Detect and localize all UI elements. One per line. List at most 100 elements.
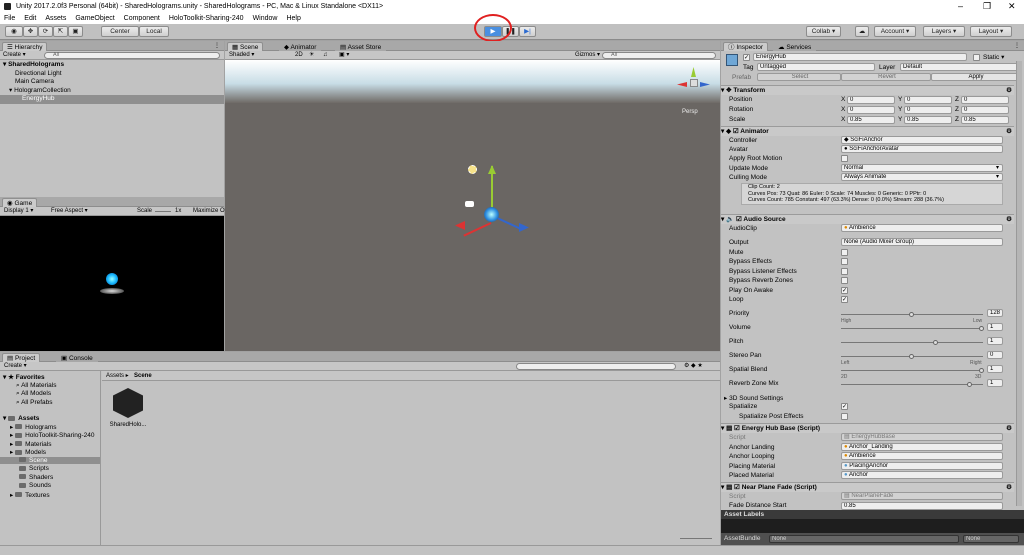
favorite-all-prefabs[interactable]: ⌕ All Prefabs bbox=[16, 399, 53, 407]
rotate-tool-icon[interactable]: ⟳ bbox=[38, 26, 53, 37]
hand-tool-icon[interactable]: ◉ bbox=[5, 26, 23, 37]
hierarchy-item-collection[interactable]: ▾ HologramCollection bbox=[0, 87, 224, 96]
maximize-toggle[interactable]: Maximize O bbox=[193, 207, 225, 215]
zoom-slider[interactable] bbox=[680, 538, 712, 539]
menu-holotoolkit[interactable]: HoloToolkit-Sharing-240 bbox=[169, 13, 244, 24]
prefab-revert-button[interactable]: Revert bbox=[841, 73, 931, 81]
tab-hierarchy[interactable]: ☰ Hierarchy bbox=[2, 42, 48, 51]
output-field[interactable]: None (Audio Mixer Group) bbox=[841, 238, 1003, 246]
scene-root-row[interactable]: ▾ SharedHolograms bbox=[0, 61, 224, 70]
prefab-select-button[interactable]: Select bbox=[757, 73, 841, 81]
inspector-menu-icon[interactable]: ⋮ bbox=[1014, 42, 1020, 50]
move-tool-icon[interactable]: ✥ bbox=[23, 26, 38, 37]
component-settings-icon[interactable]: ⚙ bbox=[1006, 483, 1012, 492]
project-create-button[interactable]: Create ▾ bbox=[4, 362, 27, 370]
breadcrumb-scene[interactable]: Scene bbox=[134, 372, 152, 380]
energy-hub-script-header[interactable]: ▾ ▤ ☑ Energy Hub Base (Script) ⚙ bbox=[721, 423, 1014, 433]
hierarchy-search-input[interactable]: All bbox=[44, 52, 220, 59]
tab-animator[interactable]: ◆ Animator bbox=[279, 42, 322, 51]
scale-z-field[interactable]: 0.85 bbox=[961, 116, 1009, 124]
object-name-field[interactable]: EnergyHub bbox=[753, 53, 967, 61]
menu-assets[interactable]: Assets bbox=[45, 13, 66, 24]
audio-source-header[interactable]: ▾ 🔈 ☑ Audio Source ⚙ bbox=[721, 214, 1014, 224]
transform-header[interactable]: ▾ ✥ Transform ⚙ bbox=[721, 85, 1014, 95]
priority-value[interactable]: 128 bbox=[987, 309, 1003, 317]
aspect-select[interactable]: Free Aspect ▾ bbox=[51, 207, 88, 215]
tab-console[interactable]: ▣ Console bbox=[56, 353, 98, 362]
tag-select[interactable]: Untagged bbox=[757, 63, 875, 71]
breadcrumb-assets[interactable]: Assets ▸ bbox=[106, 372, 129, 380]
pivot-local-button[interactable]: Local bbox=[139, 26, 169, 37]
spatial-blend-value[interactable]: 1 bbox=[987, 365, 1003, 373]
menu-window[interactable]: Window bbox=[253, 13, 278, 24]
audioclip-field[interactable]: ● Ambience bbox=[841, 224, 1003, 232]
favorite-all-models[interactable]: ⌕ All Models bbox=[16, 390, 51, 398]
active-checkbox[interactable]: ✓ bbox=[743, 54, 750, 61]
tab-project[interactable]: ▤ Project bbox=[2, 353, 41, 362]
menu-edit[interactable]: Edit bbox=[24, 13, 36, 24]
folder-holotoolkit[interactable]: ▸ HoloToolkit-Sharing-240 bbox=[10, 431, 94, 439]
component-settings-icon[interactable]: ⚙ bbox=[1006, 424, 1012, 433]
scale-tool-icon[interactable]: ⇱ bbox=[53, 26, 68, 37]
sound-settings-foldout[interactable]: ▸ 3D Sound Settings bbox=[724, 394, 783, 402]
tab-services[interactable]: ☁ Services bbox=[773, 42, 817, 51]
volume-value[interactable]: 1 bbox=[987, 323, 1003, 331]
spatialize-checkbox[interactable]: ✓ bbox=[841, 403, 848, 410]
placed-material-field[interactable]: ● Anchor bbox=[841, 471, 1003, 479]
scene-search-input[interactable]: All bbox=[602, 52, 716, 59]
z-axis-arrow[interactable] bbox=[519, 223, 529, 232]
folder-textures[interactable]: ▸ Textures bbox=[10, 491, 50, 499]
scene-asset-tile[interactable]: SharedHolo... bbox=[108, 386, 148, 432]
play-on-awake-checkbox[interactable]: ✓ bbox=[841, 287, 848, 294]
hierarchy-item-energyhub[interactable]: EnergyHub bbox=[0, 95, 224, 104]
fade-distance-field[interactable]: 0.85 bbox=[841, 502, 1003, 510]
mute-checkbox[interactable] bbox=[841, 249, 848, 256]
asset-labels-bar[interactable]: Asset Labels bbox=[721, 510, 1024, 519]
bypass-effects-checkbox[interactable] bbox=[841, 258, 848, 265]
pivot-center-button[interactable]: Center bbox=[101, 26, 139, 37]
mode-2d-toggle[interactable]: 2D bbox=[295, 51, 303, 59]
hierarchy-item-camera[interactable]: Main Camera bbox=[0, 78, 224, 87]
menu-gameobject[interactable]: GameObject bbox=[75, 13, 114, 24]
x-axis-handle[interactable] bbox=[463, 222, 492, 237]
update-mode-select[interactable]: Normal ▾ bbox=[841, 164, 1003, 172]
pitch-slider[interactable] bbox=[841, 342, 983, 343]
cloud-icon[interactable]: ☁ bbox=[855, 26, 869, 37]
scale-x-field[interactable]: 0.85 bbox=[847, 116, 895, 124]
shading-mode-select[interactable]: Shaded ▾ bbox=[229, 51, 254, 59]
favorite-all-materials[interactable]: ⌕ All Materials bbox=[16, 382, 57, 390]
folder-scene[interactable]: Scene bbox=[0, 456, 100, 464]
spatial-blend-slider[interactable] bbox=[841, 370, 983, 371]
hierarchy-item-light[interactable]: Directional Light bbox=[0, 70, 224, 79]
position-y-field[interactable]: 0 bbox=[904, 96, 952, 104]
project-search-input[interactable] bbox=[516, 363, 676, 370]
near-plane-fade-header[interactable]: ▾ ▤ ☑ Near Plane Fade (Script) ⚙ bbox=[721, 482, 1014, 492]
spatial-blend-knob[interactable] bbox=[979, 368, 984, 373]
stereo-pan-value[interactable]: 0 bbox=[987, 351, 1003, 359]
folder-materials[interactable]: ▸ Materials bbox=[10, 440, 51, 448]
component-settings-icon[interactable]: ⚙ bbox=[1006, 127, 1012, 136]
menu-help[interactable]: Help bbox=[286, 13, 300, 24]
display-select[interactable]: Display 1 ▾ bbox=[4, 207, 33, 215]
tab-inspector[interactable]: ⓘ Inspector bbox=[723, 42, 769, 51]
reverb-mix-knob[interactable] bbox=[967, 382, 972, 387]
pitch-value[interactable]: 1 bbox=[987, 337, 1003, 345]
folder-sounds[interactable]: Sounds bbox=[19, 482, 51, 489]
prefab-apply-button[interactable]: Apply bbox=[931, 73, 1019, 81]
controller-field[interactable]: ◆ SciFiAnchor bbox=[841, 136, 1003, 144]
step-button[interactable]: ▶| bbox=[519, 26, 536, 37]
effects-icon[interactable]: ▣ ▾ bbox=[339, 51, 349, 59]
energyhub-scene-object[interactable] bbox=[484, 207, 499, 222]
audio-icon[interactable]: ♫ bbox=[323, 51, 328, 59]
close-icon[interactable]: ✕ bbox=[1008, 0, 1016, 12]
rect-tool-icon[interactable]: ▣ bbox=[68, 26, 83, 37]
layout-button[interactable]: Layout ▾ bbox=[970, 26, 1012, 37]
scene-orientation-gizmo[interactable] bbox=[675, 65, 713, 103]
gizmos-button[interactable]: Gizmos ▾ bbox=[575, 51, 600, 59]
minimize-icon[interactable]: – bbox=[958, 0, 963, 12]
asset-bundle-variant[interactable]: None bbox=[963, 535, 1019, 543]
static-checkbox[interactable] bbox=[973, 54, 980, 61]
scale-slider[interactable] bbox=[155, 211, 171, 212]
rotation-y-field[interactable]: 0 bbox=[904, 106, 952, 114]
animator-header[interactable]: ▾ ◆ ☑ Animator ⚙ bbox=[721, 126, 1014, 136]
